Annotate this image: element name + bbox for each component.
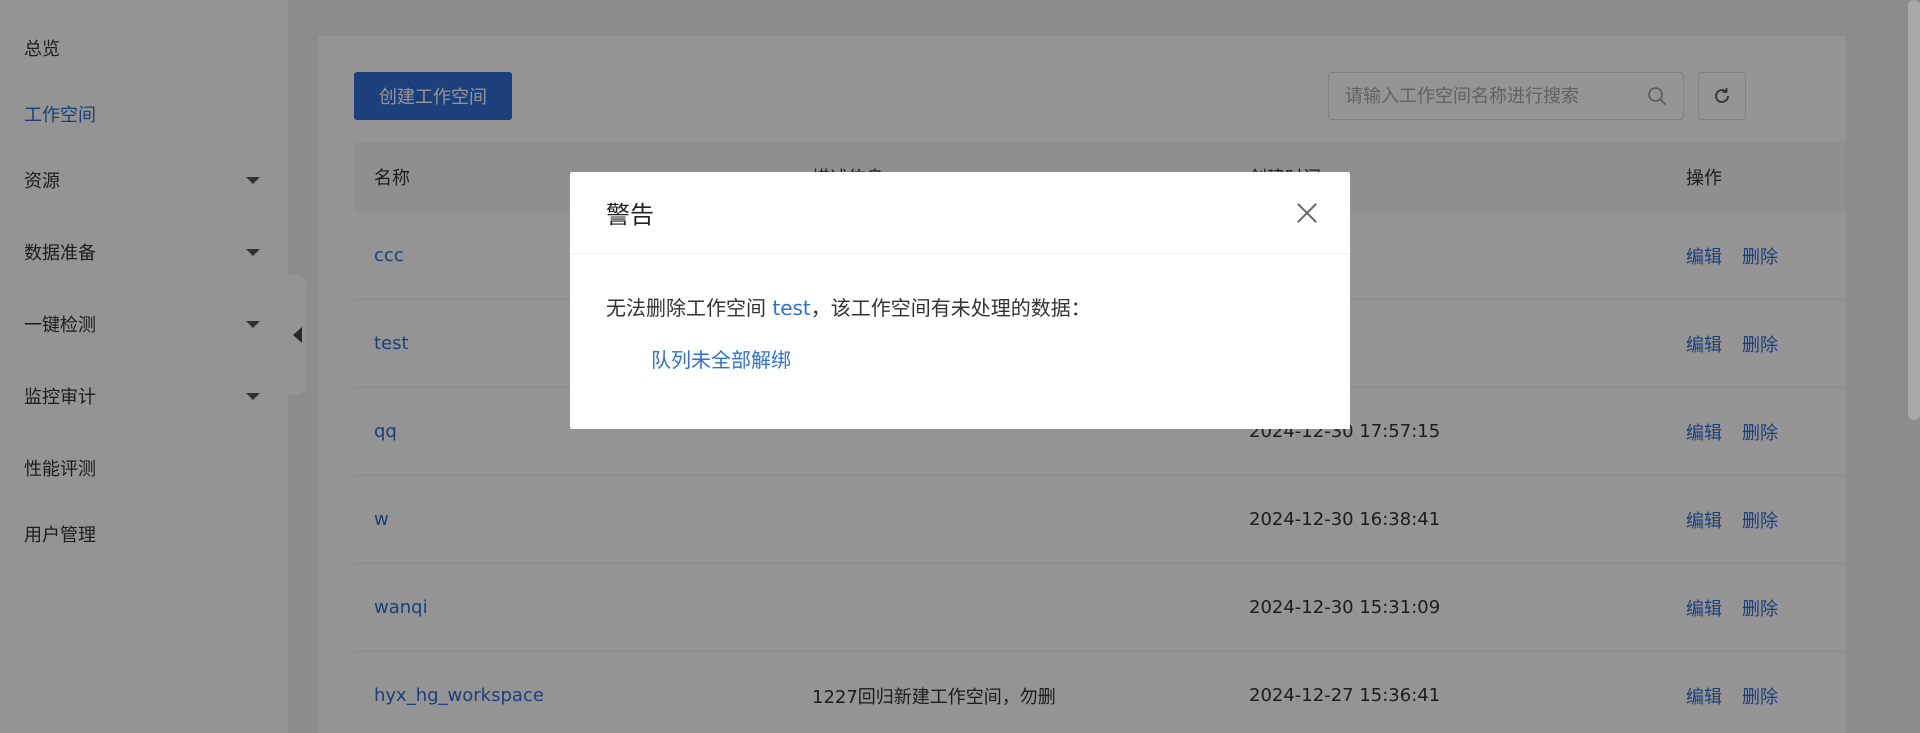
dialog-body: 无法删除工作空间 test，该工作空间有未处理的数据： 队列未全部解绑	[570, 254, 1350, 373]
dialog-message-prefix: 无法删除工作空间	[606, 296, 766, 320]
page-scrollbar[interactable]	[1908, 0, 1920, 420]
dialog-reason-link[interactable]: 队列未全部解绑	[651, 344, 1314, 373]
dialog-title: 警告	[606, 201, 654, 229]
warning-dialog: 警告 无法删除工作空间 test，该工作空间有未处理的数据： 队列未全部解绑	[570, 172, 1350, 429]
dialog-header: 警告	[570, 172, 1350, 254]
close-icon[interactable]	[1294, 200, 1320, 226]
dialog-message: 无法删除工作空间 test，该工作空间有未处理的数据：	[606, 294, 1314, 322]
dialog-message-suffix: ，该工作空间有未处理的数据：	[810, 296, 1091, 320]
dialog-workspace-name: test	[772, 296, 811, 320]
